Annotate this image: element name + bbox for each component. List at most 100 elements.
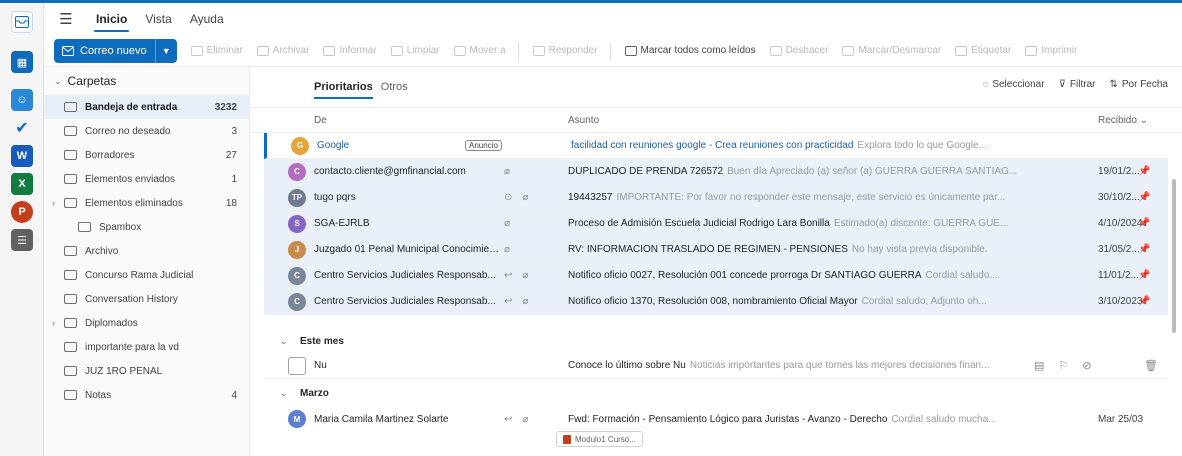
powerpoint-app-icon[interactable]: P	[11, 201, 33, 223]
sender-name: Maria Camila Martinez Solarte	[314, 413, 449, 425]
received-date: 31/05/2...	[1098, 244, 1140, 255]
reply-button[interactable]: Responder	[532, 45, 598, 56]
flag-button[interactable]: Marcar/Desmarcar	[842, 45, 941, 56]
sidebar-item-folder[interactable]: Concurso Rama Judicial	[44, 263, 249, 287]
move-to-button[interactable]: Mover a	[453, 45, 506, 56]
group-header-march[interactable]: ⌄ Marzo	[264, 381, 1168, 405]
undo-button[interactable]: Deshacer	[769, 45, 828, 56]
folder-label: Archivo	[85, 245, 119, 257]
toolbar-divider	[609, 41, 611, 60]
mail-app-icon[interactable]	[11, 11, 33, 33]
table-row[interactable]: C Centro Servicios Judiciales Responsab..…	[264, 289, 1168, 315]
more-apps-icon[interactable]: ☰	[11, 229, 33, 251]
sidebar-item-folder[interactable]: Elementos enviados 1	[44, 167, 249, 191]
sidebar-item-folder[interactable]: Notas 4	[44, 383, 249, 407]
table-row[interactable]: Ccontacto.cliente@gmfinancial.com ⌀ DUPLIC…	[264, 159, 1168, 185]
pin-icon[interactable]: 📌	[1138, 296, 1150, 307]
sidebar-item-folder[interactable]: Archivo	[44, 239, 249, 263]
folder-icon	[64, 174, 77, 184]
folder-label: Diplomados	[85, 317, 138, 329]
pin-icon[interactable]: 📌	[1138, 166, 1150, 177]
sidebar-item-folder[interactable]: Bandeja de entrada 3232	[44, 95, 249, 119]
column-subject[interactable]: Asunto	[568, 115, 599, 126]
tab-vista[interactable]: Vista	[143, 6, 173, 32]
new-mail-button[interactable]: Correo nuevo	[54, 38, 155, 63]
sidebar-item-folder[interactable]: importante para la vd	[44, 335, 249, 359]
sidebar-item-folder[interactable]: JUZ 1RO PENAL	[44, 359, 249, 383]
archive-label: Archivar	[272, 45, 310, 56]
column-received[interactable]: Recibido ⌄	[1098, 115, 1148, 126]
delete-button[interactable]: Eliminar	[190, 45, 243, 56]
table-row[interactable]: C Centro Servicios Judiciales Responsab..…	[264, 263, 1168, 289]
table-row[interactable]: S SGA-EJRLB ⌀ Proceso de Admisión Escuela J…	[264, 211, 1168, 237]
table-row[interactable]: Nu Conoce lo último sobre Nu Noticias imp…	[264, 353, 1168, 379]
filter-icon: ⊽	[1058, 79, 1066, 90]
sidebar-item-folder[interactable]: Correo no deseado 3	[44, 119, 249, 143]
chevron-down-icon: ⌄	[280, 387, 288, 398]
tab-prioritarios[interactable]: Prioritarios	[314, 77, 373, 99]
sidebar-item-folder[interactable]: Conversation History	[44, 287, 249, 311]
paperclip-icon: ⌀	[522, 270, 529, 281]
sender-name: Nu	[314, 360, 327, 371]
pin-icon[interactable]: 📌	[1138, 192, 1150, 203]
tab-inicio[interactable]: Inicio	[94, 6, 130, 32]
tag-button[interactable]: Etiquetar	[955, 45, 1011, 56]
group-this-month-label: Este mes	[300, 335, 344, 347]
table-row[interactable]: G Google Anuncio facilidad con reuniones go…	[264, 133, 1168, 159]
filter-button[interactable]: ⊽ Filtrar	[1059, 79, 1096, 90]
hamburger-icon[interactable]: ☰	[52, 9, 80, 29]
column-from[interactable]: De	[314, 115, 327, 126]
sort-button[interactable]: ⇅ Por Fecha	[1109, 79, 1168, 90]
paperclip-icon: ⌀	[522, 296, 529, 307]
tab-otros[interactable]: Otros	[381, 77, 408, 97]
new-mail-dropdown-button[interactable]: ▼	[154, 38, 177, 63]
group-header-this-month[interactable]: ⌄ Este mes	[264, 329, 1168, 353]
chevron-right-icon[interactable]: ›	[52, 198, 55, 208]
filter-label: Filtrar	[1069, 79, 1096, 90]
archive-button[interactable]: Archivar	[256, 45, 310, 56]
pin-icon[interactable]: ⊘	[1082, 359, 1091, 372]
pin-icon[interactable]: 📌	[1138, 270, 1150, 281]
trash-icon	[190, 45, 203, 56]
chevron-down-icon: ⌄	[280, 335, 288, 346]
sweep-button[interactable]: Limpiar	[390, 45, 440, 56]
table-row[interactable]: J Juzgado 01 Penal Municipal Conocimiento…	[264, 237, 1168, 263]
checkbox-icon[interactable]	[288, 356, 306, 375]
sidebar-item-folder[interactable]: Borradores 27	[44, 143, 249, 167]
pin-icon[interactable]: 📌	[1138, 218, 1150, 229]
subject-text: Proceso de Admisión Escuela Judicial Rod…	[568, 218, 830, 229]
scrollbar[interactable]	[1172, 179, 1176, 333]
archive-icon	[256, 45, 269, 56]
folder-label: Elementos eliminados	[85, 197, 183, 209]
sidebar-item-folder[interactable]: › Diplomados	[44, 311, 249, 335]
row-status-icons: ⌀	[504, 166, 510, 177]
word-app-icon[interactable]: W	[11, 145, 33, 167]
pin-icon[interactable]: 📌	[1138, 244, 1150, 255]
todo-app-icon[interactable]: ✔	[11, 117, 33, 139]
table-row[interactable]: TP tugo pqrs ⊙ ⌀ 19443257 IMPORTANTE: Por fav…	[264, 185, 1168, 211]
print-button[interactable]: Imprimir	[1025, 45, 1077, 56]
folder-icon	[64, 102, 77, 112]
report-button[interactable]: Informar	[323, 45, 377, 56]
select-button[interactable]: ◌ Seleccionar	[982, 79, 1044, 90]
chevron-right-icon[interactable]: ›	[52, 318, 55, 328]
avatar: M	[288, 410, 306, 428]
preview-text: Estimado(a) discente: GUERRA GUE...	[833, 218, 1009, 229]
tab-ayuda[interactable]: Ayuda	[188, 6, 226, 32]
subject-line: RV: INFORMACIÓN TRASLADO DE RÉGIMEN - PE…	[568, 244, 1090, 255]
sender-name: SGA-EJRLB	[314, 218, 370, 229]
folder-icon	[64, 366, 77, 376]
sidebar-item-folder[interactable]: › Elementos eliminados 18	[44, 191, 249, 215]
mark-all-read-button[interactable]: Marcar todos como leídos	[624, 45, 756, 56]
calendar-app-icon[interactable]: ▦	[11, 51, 33, 73]
table-row[interactable]: M Maria Camila Martinez Solarte ↩ ⌀ Fwd: …	[264, 405, 1168, 433]
flag-icon[interactable]: ⚐	[1058, 359, 1068, 372]
trash-icon[interactable]: 🗑	[1144, 359, 1158, 372]
read-unread-icon[interactable]: ▤	[1034, 359, 1044, 372]
reply-icon: ↩	[504, 296, 513, 307]
folders-header[interactable]: ⌄ Carpetas	[44, 67, 249, 95]
people-app-icon[interactable]: ☺	[11, 89, 33, 111]
excel-app-icon[interactable]: X	[11, 173, 33, 195]
sidebar-item-folder[interactable]: Spambox	[44, 215, 249, 239]
attachment-chip[interactable]: Modulo1 Curso...	[556, 431, 643, 447]
